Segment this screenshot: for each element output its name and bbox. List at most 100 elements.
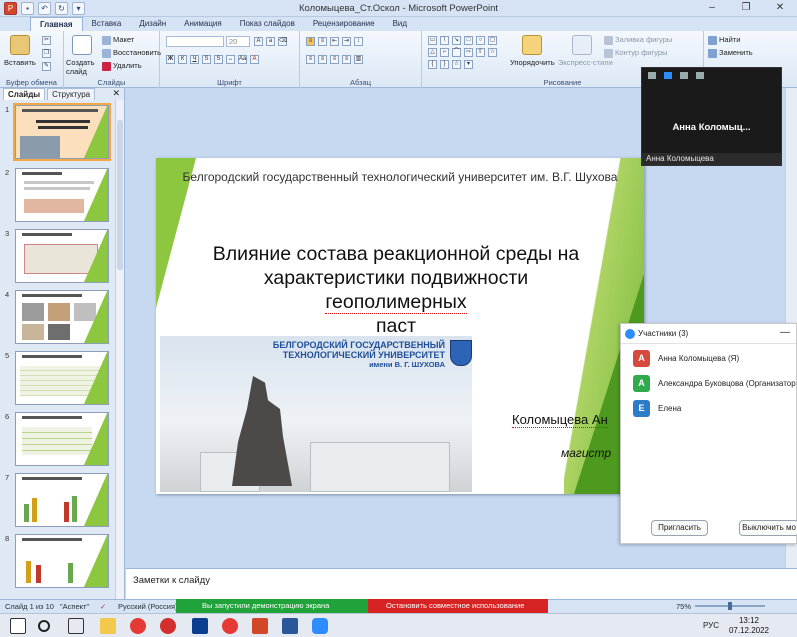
word-taskbar-icon[interactable] bbox=[282, 618, 298, 634]
tab-animation[interactable]: Анимация bbox=[175, 17, 231, 31]
underline-icon[interactable]: Ч bbox=[190, 55, 199, 64]
shape-up-arrow-icon[interactable]: ⇧ bbox=[476, 48, 485, 57]
grow-font-icon[interactable]: A bbox=[254, 37, 263, 46]
task-view-icon[interactable] bbox=[68, 618, 84, 634]
shape-more-icon[interactable]: ▾ bbox=[464, 60, 473, 69]
font-size-box[interactable]: 20 bbox=[226, 36, 250, 47]
bullets-icon[interactable]: ≡ bbox=[306, 37, 315, 46]
slides-panel-scrollbar[interactable] bbox=[115, 100, 124, 599]
current-slide[interactable]: Белгородский государственный технологиче… bbox=[156, 158, 644, 494]
shape-rounded-icon[interactable]: ▢ bbox=[488, 36, 497, 45]
shape-arrow-icon[interactable]: ↘ bbox=[452, 36, 461, 45]
justify-icon[interactable]: ≡ bbox=[342, 55, 351, 64]
zoom-video-tile[interactable]: Анна Коломыц... Анна Коломыцева bbox=[641, 67, 782, 166]
find-button[interactable]: Найти bbox=[708, 35, 740, 45]
minimize-video-icon[interactable] bbox=[648, 72, 656, 79]
tab-review[interactable]: Рецензирование bbox=[304, 17, 384, 31]
new-slide-icon[interactable] bbox=[72, 35, 92, 55]
slide-thumbnail-7[interactable]: 7 bbox=[0, 473, 120, 529]
strip-view-icon[interactable] bbox=[680, 72, 688, 79]
system-clock[interactable]: 13:12 07.12.2022 bbox=[729, 616, 769, 636]
italic-icon[interactable]: К bbox=[178, 55, 187, 64]
tab-slides[interactable]: Слайды bbox=[3, 88, 46, 100]
start-icon[interactable] bbox=[10, 618, 26, 634]
tab-design[interactable]: Дизайн bbox=[130, 17, 175, 31]
increase-indent-icon[interactable]: ⇥ bbox=[342, 37, 351, 46]
close-panel-icon[interactable]: ✕ bbox=[112, 88, 120, 99]
slide-thumbnail-8[interactable]: 8 bbox=[0, 534, 120, 590]
align-left-icon[interactable]: ≡ bbox=[306, 55, 315, 64]
mute-all-button[interactable]: Выключить мо bbox=[739, 520, 797, 536]
zoom-slider-thumb[interactable] bbox=[728, 602, 732, 610]
shrink-font-icon[interactable]: a bbox=[266, 37, 275, 46]
shape-elbow-icon[interactable]: ⌐ bbox=[440, 48, 449, 57]
tab-view[interactable]: Вид bbox=[384, 17, 416, 31]
replace-button[interactable]: Заменить bbox=[708, 48, 753, 58]
quick-styles-button[interactable]: Экспресс-стили bbox=[558, 58, 613, 67]
yandex-icon[interactable] bbox=[130, 618, 146, 634]
font-name-box[interactable] bbox=[166, 36, 224, 47]
stop-sharing-button[interactable]: Остановить совместное использование bbox=[368, 599, 548, 613]
shapes-gallery[interactable]: ▭ \ ↘ □ ○ ▢ △ ⌐ ⌒ ⇨ ⇧ ☆ {} ☆ ▾ bbox=[428, 36, 500, 69]
shape-line-icon[interactable]: \ bbox=[440, 36, 449, 45]
shape-right-arrow-icon[interactable]: ⇨ bbox=[464, 48, 473, 57]
language-indicator[interactable]: Русский (Россия) bbox=[118, 602, 178, 611]
yandex-browser-icon[interactable] bbox=[222, 618, 238, 634]
slide-thumbnail-4[interactable]: 4 bbox=[0, 290, 120, 346]
tab-slideshow[interactable]: Показ слайдов bbox=[231, 17, 304, 31]
participant-row[interactable]: А Анна Коломыцева (Я) bbox=[633, 349, 739, 367]
strikethrough-icon[interactable]: S bbox=[202, 55, 211, 64]
font-color-icon[interactable]: A bbox=[250, 55, 259, 64]
slide-thumbnail-1[interactable]: 1 bbox=[0, 103, 120, 161]
opera-icon[interactable] bbox=[160, 618, 176, 634]
author-name[interactable]: Коломыцева Ан bbox=[512, 412, 608, 428]
shadow-icon[interactable]: S bbox=[214, 55, 223, 64]
slide-thumbnail-6[interactable]: 6 bbox=[0, 412, 120, 468]
paste-button[interactable]: Вставить bbox=[4, 58, 36, 67]
slide-thumbnail-3[interactable]: 3 bbox=[0, 229, 120, 285]
format-painter-icon[interactable]: ✎ bbox=[42, 62, 51, 71]
invite-button[interactable]: Пригласить bbox=[651, 520, 708, 536]
university-photo[interactable]: БЕЛГОРОДСКИЙ ГОСУДАРСТВЕННЫЙ ТЕХНОЛОГИЧЕ… bbox=[160, 336, 472, 492]
university-header[interactable]: Белгородский государственный технологиче… bbox=[156, 170, 644, 184]
delete-slide-button[interactable]: Удалить bbox=[102, 61, 142, 71]
clear-format-icon[interactable]: ⌫ bbox=[278, 37, 287, 46]
shape-rect-icon[interactable]: ▭ bbox=[428, 36, 437, 45]
copy-icon[interactable]: ❐ bbox=[42, 49, 51, 58]
arrange-icon[interactable] bbox=[522, 35, 542, 55]
shape-curve-icon[interactable]: ⌒ bbox=[452, 48, 461, 57]
columns-icon[interactable]: ▥ bbox=[354, 55, 363, 64]
gallery-view-icon[interactable] bbox=[696, 72, 704, 79]
layout-button[interactable]: Макет bbox=[102, 35, 134, 45]
author-degree[interactable]: магистр bbox=[561, 446, 611, 460]
speaker-view-icon[interactable] bbox=[664, 72, 672, 79]
shape-box-icon[interactable]: □ bbox=[464, 36, 473, 45]
shape-triangle-icon[interactable]: △ bbox=[428, 48, 437, 57]
shape-oval-icon[interactable]: ○ bbox=[476, 36, 485, 45]
notes-pane[interactable]: Заметки к слайду bbox=[126, 568, 797, 599]
slide-thumbnail-5[interactable]: 5 bbox=[0, 351, 120, 407]
decrease-indent-icon[interactable]: ⇤ bbox=[330, 37, 339, 46]
quick-styles-icon[interactable] bbox=[572, 35, 592, 55]
search-icon[interactable] bbox=[38, 620, 50, 632]
participant-row[interactable]: Е Елена bbox=[633, 399, 681, 417]
zoom-level[interactable]: 75% bbox=[676, 602, 691, 611]
tab-home[interactable]: Главная bbox=[30, 17, 83, 31]
reset-button[interactable]: Восстановить bbox=[102, 48, 161, 58]
align-right-icon[interactable]: ≡ bbox=[330, 55, 339, 64]
shape-brace2-icon[interactable]: } bbox=[440, 60, 449, 69]
slide-thumbnail-2[interactable]: 2 bbox=[0, 168, 120, 224]
participant-row[interactable]: А Александра Буковцова (Организатор bbox=[633, 374, 796, 392]
paste-icon[interactable] bbox=[10, 35, 30, 55]
close-button[interactable]: ✕ bbox=[763, 0, 797, 16]
minimize-panel-icon[interactable]: — bbox=[780, 324, 790, 342]
change-case-icon[interactable]: Aa bbox=[238, 55, 247, 64]
zoom-taskbar-icon[interactable] bbox=[312, 618, 328, 634]
tab-outline[interactable]: Структура bbox=[47, 88, 96, 100]
scrollbar-thumb[interactable] bbox=[117, 120, 123, 270]
keyboard-language[interactable]: РУС bbox=[703, 621, 719, 630]
bold-icon[interactable]: Ж bbox=[166, 55, 175, 64]
align-center-icon[interactable]: ≡ bbox=[318, 55, 327, 64]
minimize-button[interactable]: – bbox=[695, 0, 729, 16]
maximize-button[interactable]: ❐ bbox=[729, 0, 763, 16]
